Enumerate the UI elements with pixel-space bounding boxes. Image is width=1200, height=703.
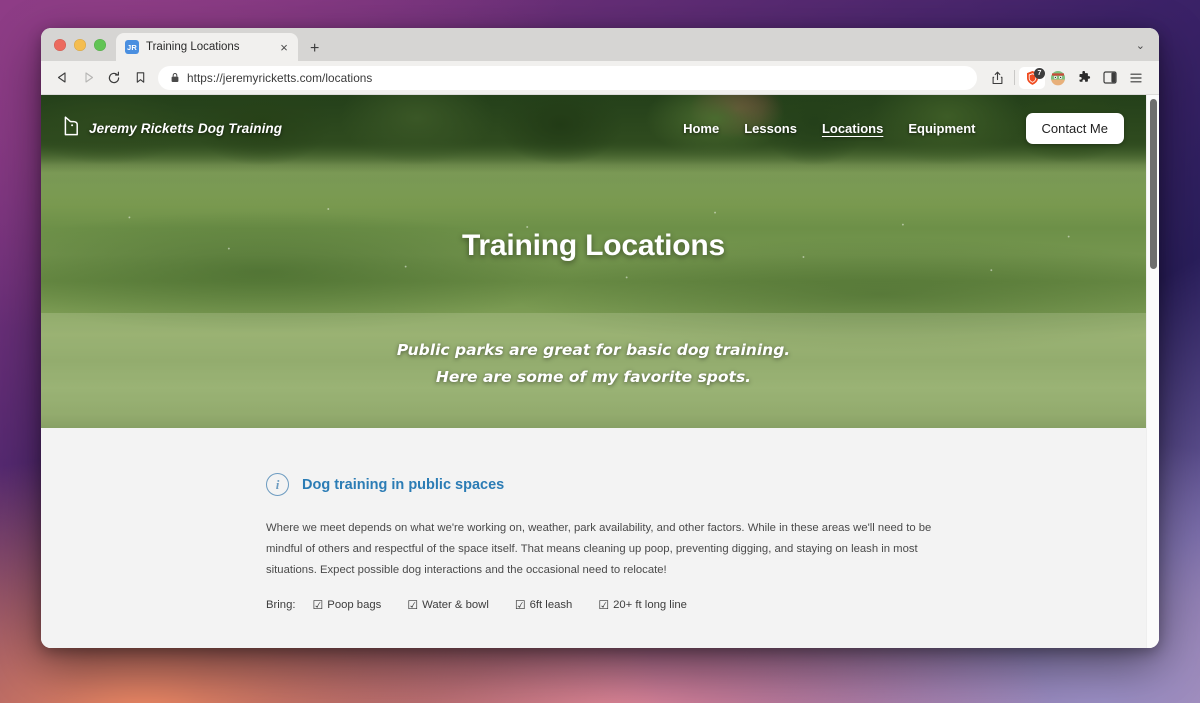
forward-button[interactable] <box>75 65 101 91</box>
chevron-down-icon[interactable]: ⌄ <box>1136 39 1159 61</box>
profile-avatar-icon[interactable] <box>1045 66 1071 90</box>
bring-item-long-line[interactable]: ☑ 20+ ft long line <box>598 599 687 611</box>
info-circle-icon: i <box>266 473 289 496</box>
browser-window: JR Training Locations × + ⌄ https://jere… <box>41 28 1159 648</box>
window-traffic-lights <box>41 39 116 61</box>
address-bar[interactable]: https://jeremyricketts.com/locations <box>158 65 977 90</box>
brand-logo-link[interactable]: Jeremy Ricketts Dog Training <box>63 116 282 141</box>
tab-title: Training Locations <box>146 41 240 53</box>
puzzle-piece-icon[interactable] <box>1071 66 1097 90</box>
web-page: Jeremy Ricketts Dog Training Home Lesson… <box>41 95 1146 648</box>
checkbox-checked-icon: ☑ <box>312 598 324 613</box>
contact-me-button[interactable]: Contact Me <box>1025 113 1124 144</box>
info-card: i Dog training in public spaces Where we… <box>41 473 1146 611</box>
bring-item-label: 20+ ft long line <box>613 599 687 612</box>
checkbox-checked-icon: ☑ <box>598 598 610 613</box>
nav-link-locations[interactable]: Locations <box>822 121 883 136</box>
nav-link-lessons[interactable]: Lessons <box>744 121 797 136</box>
nav-link-home[interactable]: Home <box>683 121 719 136</box>
close-window-button[interactable] <box>54 39 66 51</box>
bring-item-poop-bags[interactable]: ☑ Poop bags <box>313 599 382 611</box>
lock-icon <box>170 72 180 83</box>
content-section: i Dog training in public spaces Where we… <box>41 428 1146 648</box>
hero-section: Jeremy Ricketts Dog Training Home Lesson… <box>41 95 1146 428</box>
hero-tagline-line-2: Here are some of my favorite spots. <box>435 367 752 386</box>
brand-name: Jeremy Ricketts Dog Training <box>89 121 283 136</box>
sidebar-panel-icon[interactable] <box>1097 66 1123 90</box>
minimize-window-button[interactable] <box>74 39 86 51</box>
dog-head-icon <box>63 116 80 141</box>
nav-links: Home Lessons Locations Equipment Contact… <box>683 113 1124 144</box>
page-title: Training Locations <box>461 229 726 262</box>
hero-tagline: Public parks are great for basic dog tra… <box>41 337 1146 391</box>
info-card-header: i Dog training in public spaces <box>266 473 1083 496</box>
bring-item-water-bowl[interactable]: ☑ Water & bowl <box>407 599 489 611</box>
tab-favicon: JR <box>125 40 139 54</box>
bring-item-label: Water & bowl <box>422 599 489 612</box>
info-card-title: Dog training in public spaces <box>302 476 505 493</box>
hero-tagline-line-1: Public parks are great for basic dog tra… <box>396 341 791 359</box>
page-scrollbar[interactable] <box>1146 95 1159 648</box>
reload-button[interactable] <box>101 65 127 91</box>
toolbar-divider <box>1014 70 1015 85</box>
bring-label: Bring: <box>266 599 296 612</box>
page-viewport: Jeremy Ricketts Dog Training Home Lesson… <box>41 95 1159 648</box>
brave-shield-icon[interactable]: 7 <box>1019 66 1045 90</box>
info-card-body: Where we meet depends on what we're work… <box>266 522 932 577</box>
share-icon[interactable] <box>984 66 1010 90</box>
url-text: https://jeremyricketts.com/locations <box>187 70 373 85</box>
bookmark-icon[interactable] <box>127 65 153 91</box>
hamburger-menu-icon[interactable] <box>1123 66 1149 90</box>
shield-badge-count: 7 <box>1034 67 1045 79</box>
bring-checklist: Bring: ☑ Poop bags ☑ Water & bowl ☑ 6ft … <box>266 599 1083 611</box>
tab-strip: JR Training Locations × + ⌄ <box>41 28 1159 61</box>
bring-item-leash[interactable]: ☑ 6ft leash <box>515 599 572 611</box>
new-tab-button[interactable]: + <box>310 41 319 57</box>
scrollbar-thumb[interactable] <box>1150 99 1157 269</box>
nav-link-equipment[interactable]: Equipment <box>908 121 975 136</box>
close-tab-button[interactable]: × <box>277 41 291 54</box>
bring-item-label: 6ft leash <box>529 599 573 612</box>
bring-item-label: Poop bags <box>327 599 382 612</box>
checkbox-checked-icon: ☑ <box>514 598 526 613</box>
maximize-window-button[interactable] <box>94 39 106 51</box>
site-header-nav: Jeremy Ricketts Dog Training Home Lesson… <box>41 95 1146 144</box>
back-button[interactable] <box>49 65 75 91</box>
browser-toolbar: https://jeremyricketts.com/locations 7 <box>41 61 1159 95</box>
checkbox-checked-icon: ☑ <box>407 598 419 613</box>
browser-tab[interactable]: JR Training Locations × <box>116 33 298 61</box>
